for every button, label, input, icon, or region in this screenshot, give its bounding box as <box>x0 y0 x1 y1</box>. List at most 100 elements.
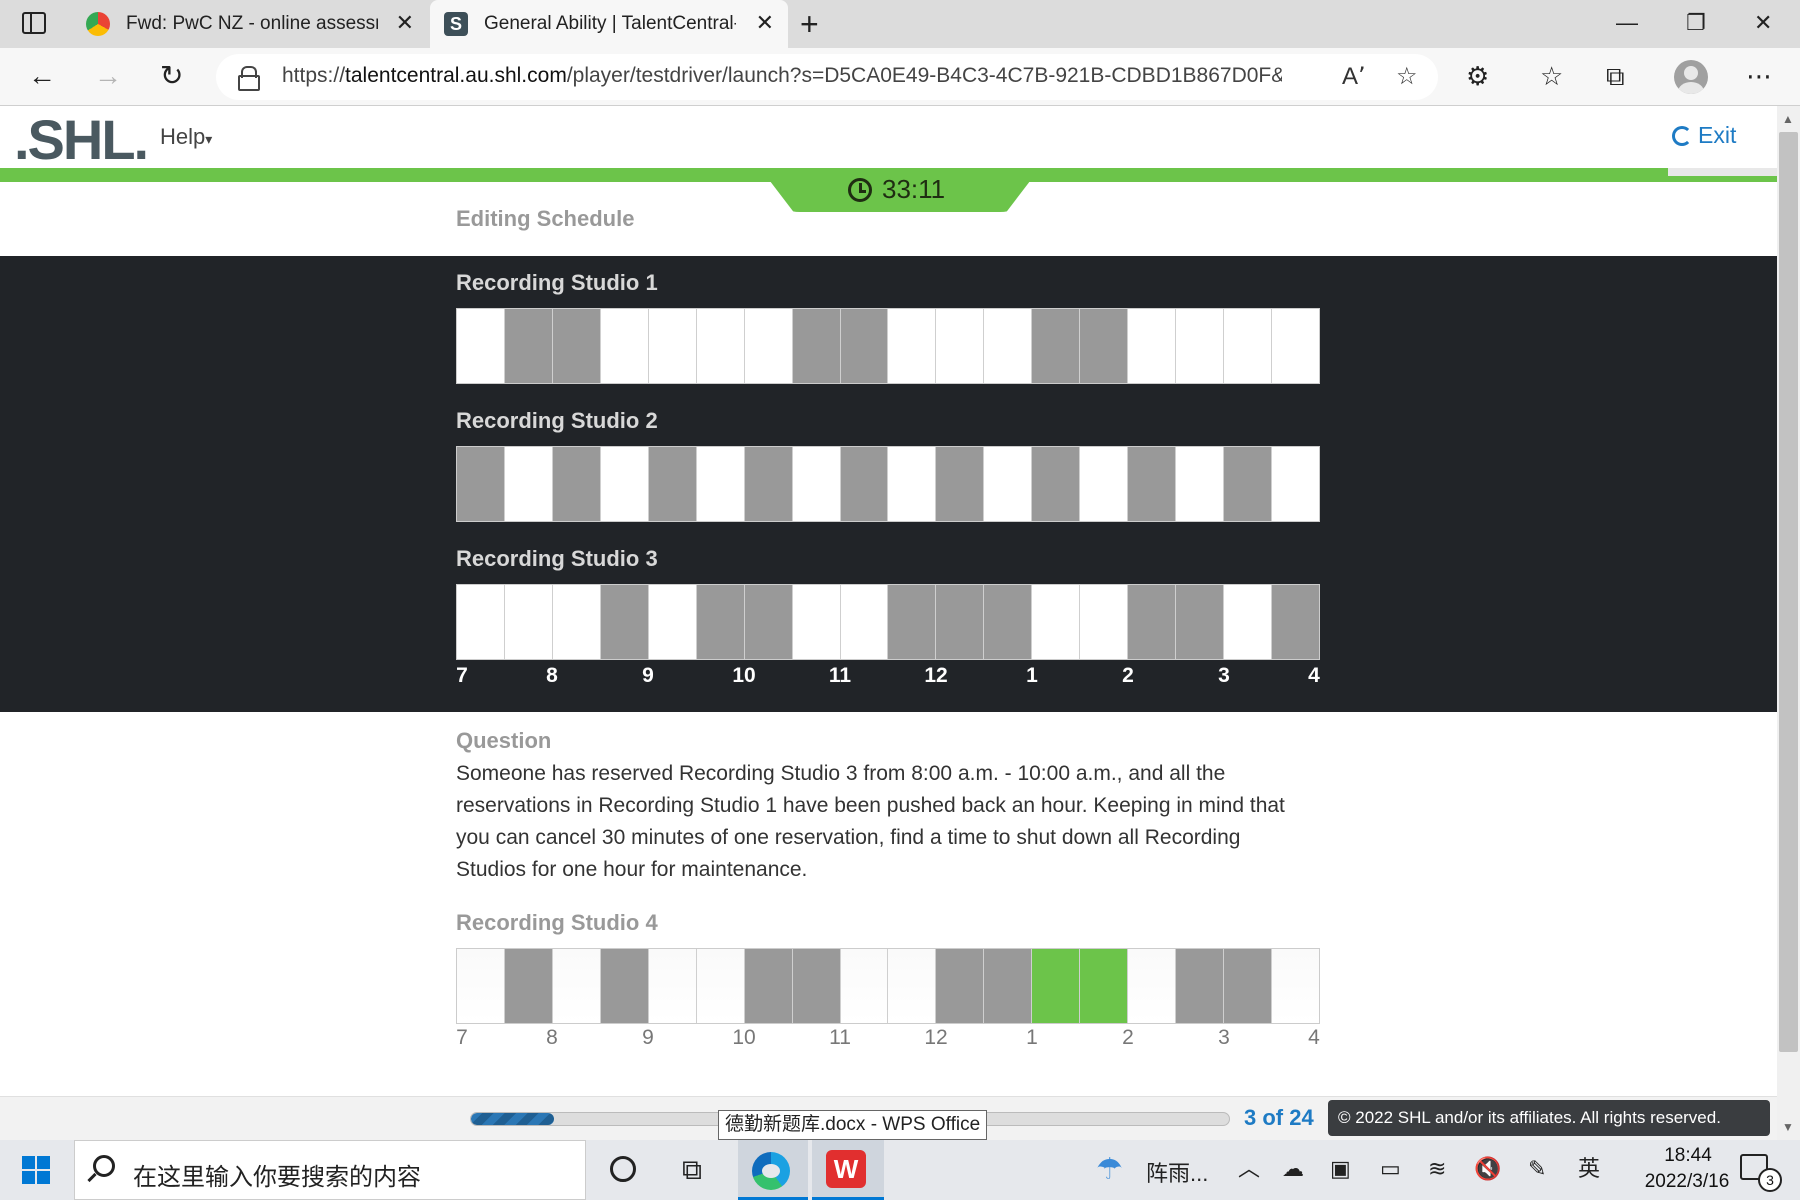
battery-icon[interactable]: ▭ <box>1380 1154 1401 1184</box>
time-slot[interactable] <box>504 949 553 1023</box>
copyright-notice: © 2022 SHL and/or its affiliates. All ri… <box>1328 1100 1770 1136</box>
cortana-icon[interactable] <box>610 1156 636 1182</box>
studio-3-grid <box>456 584 1320 660</box>
add-favorite-icon[interactable]: ☆ <box>1396 64 1418 90</box>
time-slot[interactable] <box>1080 949 1129 1023</box>
time-slot <box>1271 585 1319 659</box>
time-slot <box>504 447 553 521</box>
edge-browser-icon[interactable] <box>752 1152 790 1190</box>
time-slot <box>457 447 505 521</box>
time-slot[interactable] <box>552 949 601 1023</box>
time-slot[interactable] <box>1128 949 1177 1023</box>
time-slot <box>696 585 745 659</box>
close-tab-icon[interactable]: ✕ <box>396 11 414 35</box>
more-menu-icon[interactable]: ⋯ <box>1746 58 1772 94</box>
collections-icon[interactable]: ⧉ <box>1606 58 1625 94</box>
page-scrollbar[interactable]: ▲ ▼ <box>1777 106 1800 1140</box>
taskbar-wps[interactable]: W <box>812 1140 884 1200</box>
tray-overflow-icon[interactable]: ︿ <box>1238 1154 1260 1184</box>
lock-icon[interactable] <box>238 66 260 91</box>
read-aloud-icon[interactable]: A՚ <box>1342 64 1366 90</box>
time-slot[interactable] <box>744 949 793 1023</box>
reload-icon[interactable]: ↻ <box>160 60 183 92</box>
volume-muted-icon[interactable]: 🔇 <box>1474 1154 1501 1184</box>
time-slot <box>840 447 889 521</box>
scrollbar-thumb[interactable] <box>1779 132 1798 1052</box>
time-slot[interactable] <box>1224 949 1272 1023</box>
profile-avatar[interactable] <box>1674 60 1708 94</box>
time-slot <box>552 309 601 383</box>
time-slot[interactable] <box>457 949 505 1023</box>
taskbar-search[interactable]: 在这里输入你要搜索的内容 <box>74 1140 586 1200</box>
browser-tab-assessment[interactable]: S General Ability | TalentCentral-Candid… <box>430 0 788 48</box>
hour-tick-label: 4 <box>1308 1026 1320 1049</box>
time-slot[interactable] <box>696 949 745 1023</box>
back-icon[interactable]: ← <box>28 60 56 92</box>
scroll-down-icon[interactable]: ▼ <box>1782 1120 1794 1134</box>
wifi-icon[interactable]: ≋ <box>1428 1154 1446 1184</box>
onedrive-icon[interactable]: ☁ <box>1282 1154 1304 1184</box>
umbrella-weather-icon[interactable]: ☂ <box>1096 1152 1123 1188</box>
windows-start-icon[interactable] <box>22 1156 50 1184</box>
time-slot[interactable] <box>600 949 649 1023</box>
time-slot[interactable] <box>984 949 1033 1023</box>
security-icon[interactable]: ▣ <box>1330 1154 1351 1184</box>
tab-actions-icon[interactable] <box>22 12 46 34</box>
time-slot[interactable] <box>1032 949 1081 1023</box>
weather-text[interactable]: 阵雨... <box>1146 1156 1208 1188</box>
extensions-icon[interactable]: ⚙ <box>1466 58 1489 94</box>
hour-tick-label: 10 <box>732 664 756 687</box>
time-slot <box>696 447 745 521</box>
help-menu[interactable]: Help▾ <box>160 124 212 150</box>
time-slot[interactable] <box>1176 949 1224 1023</box>
pen-icon[interactable]: ✎ <box>1528 1154 1546 1184</box>
scroll-up-icon[interactable]: ▲ <box>1782 112 1794 126</box>
studio-4-label: Recording Studio 4 <box>456 910 658 935</box>
notification-badge: 3 <box>1758 1168 1782 1192</box>
shl-logo: .SHL. <box>14 108 149 171</box>
help-label: Help <box>160 124 206 149</box>
task-view-icon[interactable]: ⧉ <box>682 1152 702 1188</box>
clock-time[interactable]: 18:44 <box>1638 1145 1738 1167</box>
hour-tick-label: 2 <box>1122 664 1134 687</box>
url-text[interactable]: https://talentcentral.au.shl.com/player/… <box>282 64 1282 88</box>
close-window-icon[interactable]: ✕ <box>1754 8 1772 38</box>
time-slot <box>1176 585 1224 659</box>
exit-button[interactable]: Exit <box>1672 122 1736 149</box>
new-tab-icon[interactable]: + <box>800 6 819 42</box>
hour-tick-label: 12 <box>924 1026 948 1049</box>
time-slot[interactable] <box>840 949 889 1023</box>
time-slot <box>792 585 841 659</box>
time-slot[interactable] <box>792 949 841 1023</box>
time-slot <box>600 447 649 521</box>
time-slot[interactable] <box>648 949 697 1023</box>
time-slot <box>840 585 889 659</box>
restore-icon[interactable]: ❐ <box>1686 8 1706 38</box>
time-slot[interactable] <box>936 949 985 1023</box>
minimize-icon[interactable]: — <box>1616 8 1638 38</box>
time-slot <box>648 585 697 659</box>
studio-4-answer-grid[interactable] <box>456 948 1320 1024</box>
hour-tick-label: 11 <box>828 664 852 687</box>
address-bar[interactable]: https://talentcentral.au.shl.com/player/… <box>216 54 1438 100</box>
close-tab-icon[interactable]: ✕ <box>756 11 774 35</box>
shl-s-icon: S <box>444 12 468 36</box>
search-icon <box>93 1155 115 1177</box>
studio-1-grid <box>456 308 1320 384</box>
time-slot <box>792 447 841 521</box>
time-slot[interactable] <box>1271 949 1319 1023</box>
studio-2-grid <box>456 446 1320 522</box>
chrome-mail-icon <box>86 12 110 36</box>
browser-tab-email[interactable]: Fwd: PwC NZ - online assessment ✕ <box>72 0 428 48</box>
time-slot[interactable] <box>888 949 937 1023</box>
forward-icon[interactable]: → <box>94 60 122 92</box>
time-slot <box>984 309 1033 383</box>
hour-tick-label: 11 <box>829 1026 851 1049</box>
time-slot <box>1128 447 1177 521</box>
ime-indicator[interactable]: 英 <box>1578 1154 1600 1184</box>
time-slot <box>888 447 937 521</box>
favorites-icon[interactable]: ☆ <box>1540 58 1563 94</box>
hour-tick-label: 1 <box>1026 1026 1038 1049</box>
hour-tick-label: 9 <box>642 1026 654 1049</box>
time-slot <box>1271 447 1319 521</box>
